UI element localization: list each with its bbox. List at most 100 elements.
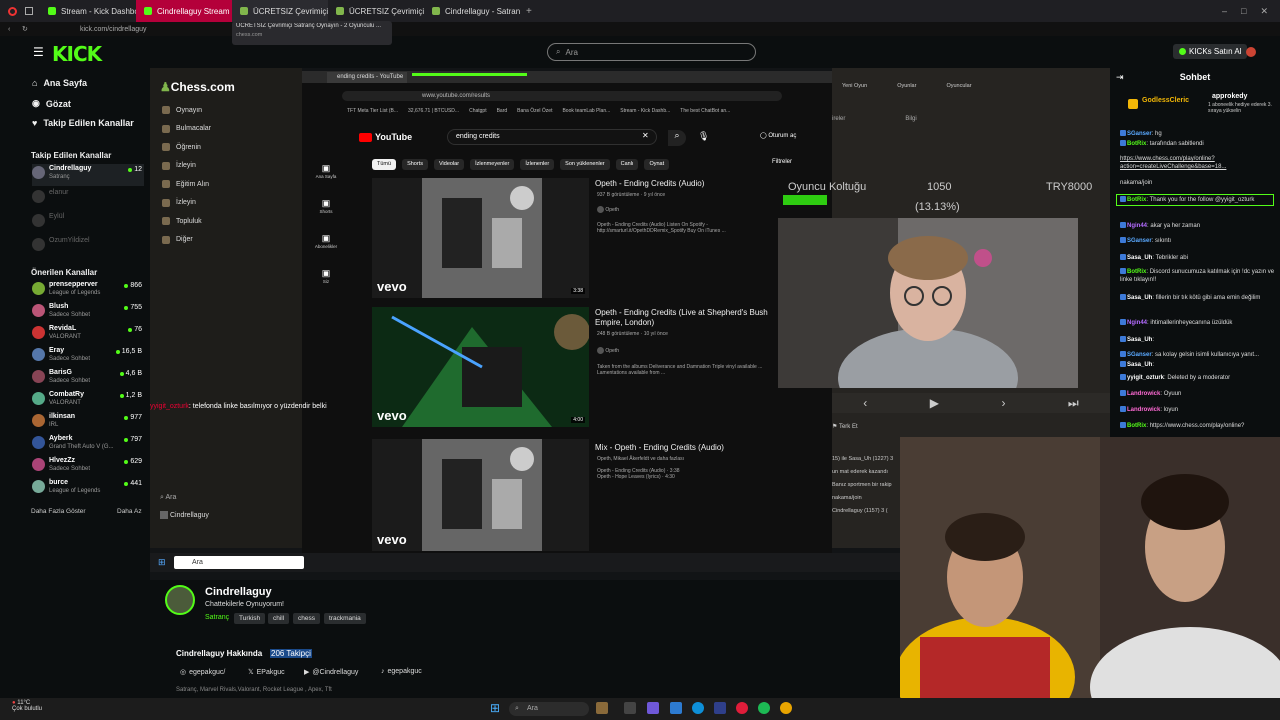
browser-tab[interactable]: ÜCRETSIZ Çevrimiçi Satra <box>328 0 424 22</box>
tag[interactable]: trackmania <box>324 613 366 624</box>
kick-logo[interactable]: KICK <box>52 42 102 66</box>
chat-username[interactable]: Sasa_Uh <box>1127 362 1152 368</box>
chess-log-line: Cindrellaguy (1157) 3 ( <box>832 508 888 514</box>
chat-username[interactable]: Sasa_Uh <box>1127 337 1152 343</box>
chat-username[interactable]: BotRix <box>1127 423 1146 429</box>
recommended-channel[interactable]: ilkinsan IRL 977 <box>32 412 144 434</box>
nav-following[interactable]: ♥ Takip Edilen Kanallar <box>32 118 134 128</box>
opera-icon[interactable] <box>736 702 748 714</box>
chat-username[interactable]: yyigit_ozturk <box>1127 375 1164 381</box>
recommended-channel[interactable]: Ayberk Grand Theft Auto V (G... 797 <box>32 434 144 456</box>
nav-browse[interactable]: ◉ Gözat <box>32 98 71 109</box>
menu-icon[interactable]: ☰ <box>33 45 44 59</box>
avatar[interactable] <box>165 585 195 615</box>
search-input[interactable]: ⌕ Ara <box>547 43 756 61</box>
yt-sign-in: ◯ Oturum aç <box>760 133 797 139</box>
yt-search-icon: ⌕ <box>668 130 686 146</box>
browser-tab[interactable]: Cindrellaguy - Satranç Pro <box>424 0 520 22</box>
recommended-channel[interactable]: Eray Sadece Sohbet 16,5 B <box>32 346 144 368</box>
recommended-channel[interactable]: burce League of Legends 441 <box>32 478 144 500</box>
player-percent: (13.13%) <box>915 201 960 213</box>
chat-username[interactable]: SGanser <box>1127 238 1152 244</box>
recommended-channel[interactable]: BarisG Sadece Sohbet 4,6 B <box>32 368 144 390</box>
new-tab-icon[interactable]: + <box>526 6 532 17</box>
chat-username[interactable]: SGanser <box>1127 352 1152 358</box>
maximize-icon[interactable]: □ <box>1241 6 1246 17</box>
store-icon[interactable] <box>670 702 682 714</box>
followed-channel-cindrellaguy[interactable]: Cindrellaguy Satranç 12 <box>32 164 144 186</box>
address-bar[interactable]: ‹ ↻ kick.com/cindrellaguy <box>0 22 1280 36</box>
chat-username[interactable]: Landrowick <box>1127 391 1160 397</box>
tag[interactable]: Turkish <box>234 613 266 624</box>
workspaces-icon[interactable] <box>25 7 33 15</box>
chess-nav-icon <box>162 180 170 188</box>
close-window-icon[interactable]: ✕ <box>1260 6 1268 17</box>
channel-name[interactable]: Cindrellaguy <box>205 586 272 598</box>
followed-channel[interactable]: OzumYildizel <box>32 236 144 258</box>
nav-home[interactable]: ⌂ Ana Sayfa <box>32 78 87 88</box>
guest-webcam <box>900 437 1280 720</box>
copilot-icon[interactable] <box>647 702 659 714</box>
recommended-channel[interactable]: HlvezZz Sadece Sohbet 629 <box>32 456 144 478</box>
vevo-logo: vevo <box>377 279 407 294</box>
windows-search[interactable]: ⌕ Ara <box>509 702 589 716</box>
chat-text: Oyuun <box>1163 391 1182 397</box>
viewer-count: 977 <box>124 414 142 421</box>
social-link[interactable]: ◎ egepakguc/ <box>180 668 225 677</box>
social-link[interactable]: 𝕏 EPakguc <box>248 668 285 677</box>
browser-tab-active[interactable]: Cindrellaguy Stream <box>136 0 232 22</box>
chrome-icon[interactable] <box>780 702 792 714</box>
bookmark: TFT Meta Tier List (B... <box>347 108 399 114</box>
yt-tabbar: ending credits - YouTube <box>302 71 832 83</box>
chat-username[interactable]: Landrowick <box>1127 407 1160 413</box>
chat-username[interactable]: BotRix <box>1127 141 1146 147</box>
reload-icon[interactable]: ↻ <box>22 25 28 33</box>
recommended-channel[interactable]: prensepperver League of Legends 866 <box>32 280 144 302</box>
minimize-icon[interactable]: – <box>1222 6 1227 17</box>
url-text[interactable]: kick.com/cindrellaguy <box>80 26 147 33</box>
yt-url: www.youtube.com/results <box>342 91 782 101</box>
windows-start-icon[interactable]: ⊞ <box>490 701 500 715</box>
avatar <box>32 304 45 317</box>
back-icon[interactable]: ‹ <box>8 26 10 33</box>
chat-username[interactable]: Sasa_Uh <box>1127 255 1152 261</box>
task-view-icon[interactable] <box>596 702 608 714</box>
opera-icon[interactable] <box>8 6 17 16</box>
tag[interactable]: chill <box>268 613 290 624</box>
recommended-channel[interactable]: RevidaL VALORANT 76 <box>32 324 144 346</box>
yt-nav-icon: ▣ <box>321 268 331 278</box>
edge-icon[interactable] <box>692 702 704 714</box>
last-move-icon: ⏭ <box>1067 395 1079 410</box>
player-label: Oyuncu Koltuğu <box>788 181 867 193</box>
followed-channel[interactable]: elanur <box>32 188 144 210</box>
social-link[interactable]: ♪ egepakguc <box>381 668 422 675</box>
weather-widget[interactable]: ● 11°C Çok bulutlu <box>12 700 42 712</box>
tag[interactable]: chess <box>293 613 320 624</box>
filter-chip: Oynat <box>644 159 670 170</box>
vscode-icon[interactable] <box>714 702 726 714</box>
chat-username[interactable]: SGanser <box>1127 131 1152 137</box>
browser-tab[interactable]: ÜCRETSIZ Çevrimiçi Sa✕ <box>232 0 328 22</box>
show-less-link[interactable]: Daha Az <box>117 508 142 515</box>
recommended-channel[interactable]: Blush Sadece Sohbet 755 <box>32 302 144 324</box>
badge-icon <box>1120 406 1126 413</box>
followed-channel[interactable]: Eylül <box>32 212 144 234</box>
chat-username[interactable]: Sasa_Uh <box>1127 295 1152 301</box>
show-more-link[interactable]: Daha Fazla Göster <box>31 508 86 515</box>
chat-username[interactable]: Ngin44 <box>1127 223 1147 229</box>
stream-category[interactable]: Satranç <box>205 614 229 621</box>
avatar[interactable] <box>1246 47 1256 57</box>
file-explorer-icon[interactable] <box>624 702 636 714</box>
chat-username[interactable]: Ngin44 <box>1127 320 1147 326</box>
chat-username[interactable]: BotRix <box>1127 197 1146 203</box>
social-link[interactable]: ▶ @Cindrellaguy <box>304 668 358 677</box>
spotify-icon[interactable] <box>758 702 770 714</box>
buy-kicks-button[interactable]: KICKs Satın Al <box>1173 44 1248 59</box>
chat-username[interactable]: BotRix <box>1127 269 1146 275</box>
recommended-channel[interactable]: CombatRy VALORANT 1,2 B <box>32 390 144 412</box>
inner-taskbar: ⊞ Ara <box>150 553 900 572</box>
chat-message: Landrowick: Oyuun <box>1120 390 1278 398</box>
chat-message: yyigit_ozturk: Deleted by a moderator <box>1120 374 1278 382</box>
browser-tab[interactable]: Stream - Kick Dashboard <box>40 0 136 22</box>
avatar <box>32 480 45 493</box>
